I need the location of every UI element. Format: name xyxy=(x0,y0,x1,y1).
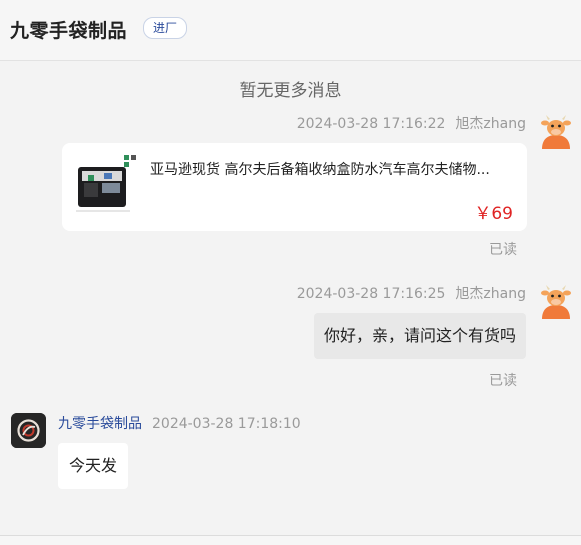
read-status: 已读 xyxy=(489,242,517,258)
message-sender: 旭杰zhang xyxy=(455,116,526,132)
message-sender[interactable]: 九零手袋制品 xyxy=(58,416,142,432)
message-meta: 2024-03-28 17:16:22 旭杰zhang xyxy=(297,113,526,133)
message-time: 2024-03-28 17:18:10 xyxy=(152,416,301,432)
message-sender: 旭杰zhang xyxy=(455,286,526,302)
read-status: 已读 xyxy=(489,373,517,389)
cow-avatar-icon[interactable] xyxy=(538,283,574,319)
message-bubble-outgoing[interactable]: 你好，亲，请问这个有货吗 xyxy=(313,313,526,359)
message-meta: 九零手袋制品 2024-03-28 17:18:10 xyxy=(58,413,301,433)
product-price: ￥69 xyxy=(474,204,513,224)
no-more-messages-label: 暂无更多消息 xyxy=(239,81,342,101)
message-bubble-incoming[interactable]: 今天发 xyxy=(58,443,129,489)
message-meta: 2024-03-28 17:16:25 旭杰zhang xyxy=(297,283,526,303)
cow-avatar-icon[interactable] xyxy=(538,113,574,149)
shop-avatar-icon[interactable] xyxy=(11,413,46,448)
product-thumbnail-image[interactable] xyxy=(74,153,140,219)
shop-logo-icon xyxy=(11,413,46,448)
message-time: 2024-03-28 17:16:22 xyxy=(296,116,446,132)
product-card[interactable]: 亚马逊现货 高尔夫后备箱收纳盒防水汽车高尔夫储物... ￥69 xyxy=(62,143,527,231)
product-title[interactable]: 亚马逊现货 高尔夫后备箱收纳盒防水汽车高尔夫储物... xyxy=(150,159,515,179)
message-time: 2024-03-28 17:16:25 xyxy=(296,286,446,302)
factory-badge[interactable]: 进厂 xyxy=(143,17,187,39)
chat-header: 九零手袋制品 进厂 xyxy=(0,0,581,61)
shop-name-title[interactable]: 九零手袋制品 xyxy=(10,16,127,43)
